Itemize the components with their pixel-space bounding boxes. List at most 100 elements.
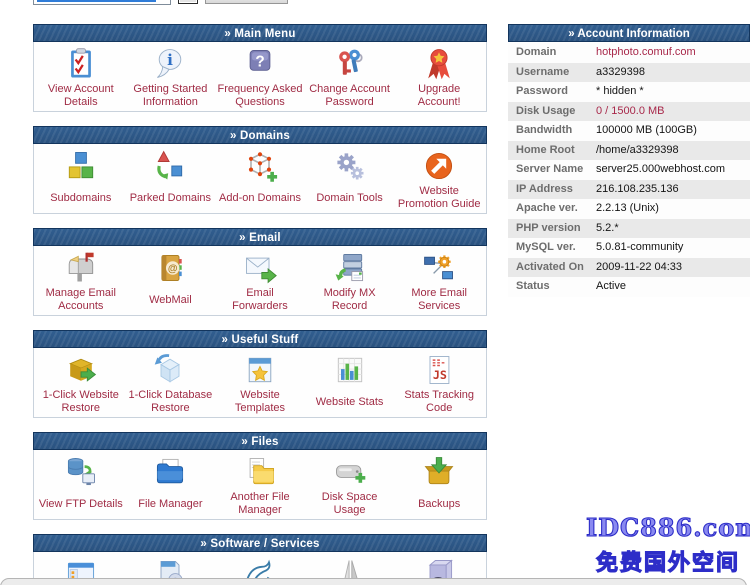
item-add-on-domains[interactable]: Add-on Domains	[215, 148, 305, 213]
quick-input[interactable]	[33, 0, 171, 5]
section-email: » EmailManage Email Accounts@WebMailEmai…	[33, 228, 487, 316]
account-row-value: * hidden *	[596, 82, 644, 102]
watermark: IDC886.com 免费国外空间	[586, 513, 750, 577]
item-website-templates[interactable]: Website Templates	[215, 352, 305, 417]
item-file-manager[interactable]: File Manager	[126, 454, 216, 519]
account-row-value: 5.2.*	[596, 219, 619, 239]
create-new-button[interactable]: Create New	[205, 0, 288, 4]
section-files: » FilesView FTP DetailsFile ManagerAnoth…	[33, 432, 487, 520]
account-row-value: 2.2.13 (Unix)	[596, 199, 659, 219]
svg-text:?: ?	[255, 54, 264, 71]
section-header: » Email	[33, 228, 487, 246]
getting-started-icon: i	[152, 46, 188, 82]
item-webmail[interactable]: @WebMail	[126, 250, 216, 315]
subdomains-icon	[63, 148, 99, 184]
item-label: Change Account Password	[305, 83, 395, 109]
section-body: 1-Click Website Restore1-Click Database …	[33, 348, 487, 418]
account-row-value[interactable]: hotphoto.comuf.com	[596, 43, 696, 63]
account-row-value: 5.0.81-community	[596, 238, 683, 258]
item-view-ftp-details[interactable]: View FTP Details	[36, 454, 126, 519]
domain-tools-icon	[332, 148, 368, 184]
section-body: View FTP Details File Manager Another File…	[33, 450, 487, 520]
item-stats-tracking-code[interactable]: JSStats Tracking Code	[394, 352, 484, 417]
item-website-stats[interactable]: Website Stats	[305, 352, 395, 417]
item-parked-domains[interactable]: Parked Domains	[126, 148, 216, 213]
item-another-file-manager[interactable]: Another File Manager	[215, 454, 305, 519]
account-row-value: 216.108.235.136	[596, 180, 679, 200]
account-row-value: a3329398	[596, 63, 645, 83]
item-label: 1-Click Website Restore	[36, 389, 126, 415]
item-label: Email Forwarders	[215, 287, 305, 313]
item-email-forwarders[interactable]: Email Forwarders	[215, 250, 305, 315]
database-restore-icon	[152, 352, 188, 388]
watermark-site-text: IDC886.com	[586, 513, 750, 542]
svg-text:JS: JS	[433, 368, 447, 382]
section-header: » Main Menu	[33, 24, 487, 42]
item-modify-mx-record[interactable]: Modify MX Record	[305, 250, 395, 315]
item-view-account-details[interactable]: View Account Details	[36, 46, 126, 111]
upgrade-account-icon	[421, 46, 457, 82]
backups-icon	[421, 454, 457, 490]
section-header: » Software / Services	[33, 534, 487, 552]
account-row-value: Active	[596, 277, 626, 297]
account-row-username: Usernamea3329398	[508, 63, 750, 83]
account-information-panel: » Account Information Domainhotphoto.com…	[508, 24, 750, 297]
section-header: » Useful Stuff	[33, 330, 487, 348]
menu-sections: » Main MenuView Account DetailsiGetting …	[33, 24, 487, 585]
account-row-status: StatusActive	[508, 277, 750, 297]
bottom-bar	[0, 578, 747, 585]
item-manage-email-accounts[interactable]: Manage Email Accounts	[36, 250, 126, 315]
more-email-icon	[421, 250, 457, 286]
account-row-label: Server Name	[508, 160, 596, 180]
account-row-mysql-ver: MySQL ver.5.0.81-community	[508, 238, 750, 258]
website-restore-icon	[63, 352, 99, 388]
manage-email-icon	[63, 250, 99, 286]
item-frequency-asked-questions[interactable]: ? Frequency Asked Questions	[215, 46, 305, 111]
account-row-label: Activated On	[508, 258, 596, 278]
section-main-menu: » Main MenuView Account DetailsiGetting …	[33, 24, 487, 112]
account-information-rows: Domainhotphoto.comuf.comUsernamea3329398…	[508, 43, 750, 297]
webmail-icon: @	[152, 250, 188, 286]
view-account-details-icon	[63, 46, 99, 82]
item-label: Modify MX Record	[305, 287, 395, 313]
item-label: Another File Manager	[215, 491, 305, 517]
item-label: Add-on Domains	[217, 185, 303, 211]
item-getting-started-information[interactable]: iGetting Started Information	[126, 46, 216, 111]
item-label: Getting Started Information	[126, 83, 216, 109]
account-row-label: MySQL ver.	[508, 238, 596, 258]
item-upgrade-account[interactable]: Upgrade Account!	[394, 46, 484, 111]
account-row-value: server25.000webhost.com	[596, 160, 725, 180]
item-domain-tools[interactable]: Domain Tools	[305, 148, 395, 213]
account-row-php-version: PHP version5.2.*	[508, 219, 750, 239]
account-row-label: Status	[508, 277, 596, 297]
watermark-cn-text: 免费国外空间	[586, 545, 750, 577]
parked-domains-icon	[152, 148, 188, 184]
item-subdomains[interactable]: Subdomains	[36, 148, 126, 213]
item-label: Manage Email Accounts	[36, 287, 126, 313]
item-change-account-password[interactable]: Change Account Password	[305, 46, 395, 111]
stats-tracking-icon: JS	[421, 352, 457, 388]
item-label: Frequency Asked Questions	[215, 83, 305, 109]
item-label: Website Stats	[314, 389, 386, 415]
item-backups[interactable]: Backups	[394, 454, 484, 519]
account-row-label: IP Address	[508, 180, 596, 200]
account-row-home-root: Home Root/home/a3329398	[508, 141, 750, 161]
section-domains: » DomainsSubdomainsParked DomainsAdd-on …	[33, 126, 487, 214]
item-1-click-database-restore[interactable]: 1-Click Database Restore	[126, 352, 216, 417]
account-row-bandwidth: Bandwidth100000 MB (100GB)	[508, 121, 750, 141]
account-row-server-name: Server Nameserver25.000webhost.com	[508, 160, 750, 180]
website-templates-icon	[242, 352, 278, 388]
item-label: Domain Tools	[314, 185, 384, 211]
go-button[interactable]: Go	[178, 0, 198, 4]
item-label: Website Templates	[215, 389, 305, 415]
item-label: WebMail	[147, 287, 194, 313]
item-label: Disk Space Usage	[305, 491, 395, 517]
item-label: File Manager	[136, 491, 204, 517]
item-disk-space-usage[interactable]: Disk Space Usage	[305, 454, 395, 519]
account-row-apache-ver: Apache ver.2.2.13 (Unix)	[508, 199, 750, 219]
item-more-email-services[interactable]: More Email Services	[394, 250, 484, 315]
item-1-click-website-restore[interactable]: 1-Click Website Restore	[36, 352, 126, 417]
account-row-ip-address: IP Address216.108.235.136	[508, 180, 750, 200]
account-row-label: Bandwidth	[508, 121, 596, 141]
item-website-promotion-guide[interactable]: Website Promotion Guide	[394, 148, 484, 213]
